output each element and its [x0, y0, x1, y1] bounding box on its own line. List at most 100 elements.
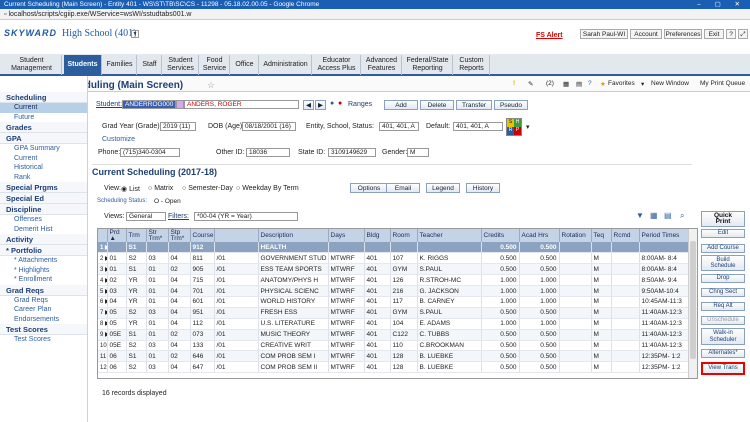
help-circle-icon[interactable]: ?	[588, 80, 592, 87]
print-queue-button[interactable]: My Print Queue	[700, 80, 745, 87]
exit-button[interactable]: Exit	[704, 29, 724, 39]
sidebar-item-future[interactable]: Future	[0, 113, 87, 123]
view-trans-button[interactable]: View Trans	[701, 362, 745, 375]
walk-in-scheduler-button[interactable]: Walk-in Scheduler	[701, 328, 745, 345]
next-student-icon[interactable]: ▶	[315, 100, 326, 110]
view-semester-day-radio[interactable]: ○ Semester-Day	[182, 185, 233, 192]
dropdown-arrow-icon[interactable]: ▾	[641, 80, 644, 88]
table-row[interactable]: 1111 ▶06S10102646/01COM PROB SEM IMTWRF4…	[98, 350, 689, 363]
table-row[interactable]: 88 ▶05YR0104112/01U.S. LITERATUREMTWRF40…	[98, 318, 689, 330]
unschedule-button[interactable]: Unschedule	[701, 316, 745, 325]
nav-educator-access-plus[interactable]: Educator Access Plus	[313, 55, 361, 75]
preferences-button[interactable]: Preferences	[664, 29, 702, 39]
legend-button[interactable]: Legend	[426, 183, 460, 193]
sidebar-section-grades[interactable]: Grades	[0, 122, 87, 133]
column-header-credits[interactable]: Credits	[481, 229, 520, 242]
change-section-button[interactable]: Chng Sect	[701, 288, 745, 297]
column-header-room[interactable]: Room	[390, 229, 418, 242]
table-row[interactable]: 33 ▶01S10102905/01ESS TEAM SPORTSMTWRF40…	[98, 263, 689, 276]
transfer-button[interactable]: Transfer	[456, 100, 492, 110]
column-header-days[interactable]: Days	[328, 229, 365, 242]
bookmark-icon[interactable]: ✎	[528, 80, 533, 88]
request-alternate-button[interactable]: Req Alt	[701, 302, 745, 311]
sidebar-item-gpa-current[interactable]: Current	[0, 154, 87, 164]
history-button[interactable]: History	[466, 183, 500, 193]
build-schedule-button[interactable]: Build Schedule	[701, 255, 745, 271]
search-icon[interactable]: ⌕	[680, 211, 684, 221]
views-select[interactable]: General	[126, 212, 166, 221]
sidebar-section-activity[interactable]: Activity	[0, 234, 87, 245]
sidebar-section-grad-reqs[interactable]: Grad Reqs	[0, 284, 87, 296]
column-header-course[interactable]: Course	[190, 229, 215, 242]
sidebar-section-test-scores[interactable]: Test Scores	[0, 324, 87, 335]
customize-link[interactable]: Customize	[102, 136, 135, 143]
new-window-button[interactable]: New Window	[651, 80, 689, 87]
column-header-teq[interactable]: Teq	[591, 229, 612, 242]
column-header-description[interactable]: Description	[258, 229, 329, 242]
column-header-teacher[interactable]: Teacher	[417, 229, 482, 242]
row-expand-icon[interactable]: 4 ▶	[98, 274, 108, 287]
nav-students[interactable]: Students	[64, 55, 102, 75]
sidebar-item-grad-reqs[interactable]: Grad Reqs	[0, 296, 87, 306]
view-list-radio[interactable]: ◉ List	[121, 185, 140, 193]
sidebar-item-career-plan[interactable]: Career Plan	[0, 305, 87, 315]
sidebar-item-historical[interactable]: Historical	[0, 163, 87, 173]
sidebar-item-offenses[interactable]: Offenses	[0, 215, 87, 225]
grid-scrollbar[interactable]	[688, 229, 697, 378]
nav-custom-reports[interactable]: Custom Reports	[454, 55, 490, 75]
add-button[interactable]: Add	[384, 100, 418, 110]
view-matrix-radio[interactable]: ○ Matrix	[148, 185, 173, 192]
sidebar-item-highlights[interactable]: * Highlights	[0, 266, 87, 276]
table-row[interactable]: 22 ▶01S20304811/01GOVERNMENT STUDMTWRF40…	[98, 252, 689, 265]
table-row[interactable]: 55 ▶03YR0104701/01PHYSICAL SCIENCMTWRF40…	[98, 285, 689, 297]
row-expand-icon[interactable]: 12 ▶	[98, 361, 108, 374]
table-row[interactable]: 66 ▶04YR0104601/01WORLD HISTORYMTWRF4011…	[98, 296, 689, 308]
pseudo-button[interactable]: Pseudo	[494, 100, 528, 110]
nav-advanced-features[interactable]: Advanced Features	[362, 55, 402, 75]
drop-button[interactable]: Drop	[701, 274, 745, 283]
nav-student-services[interactable]: Student Services	[163, 55, 199, 75]
default-dropdown-icon[interactable]: ▾	[526, 123, 530, 131]
column-header-period-times[interactable]: Period Times	[639, 229, 689, 242]
column-header-section[interactable]	[214, 229, 259, 242]
sidebar-item-attachments[interactable]: * Attachments	[0, 256, 87, 266]
column-header-trm[interactable]: Trm	[126, 229, 147, 242]
column-header-acad-hrs[interactable]: Acad Hrs	[519, 229, 560, 242]
column-header-rotation[interactable]: Rotation	[559, 229, 592, 242]
row-expand-icon[interactable]: 10 ▶	[98, 340, 108, 352]
table-row[interactable]: 11 ▶S1912HEALTH0.5000.500	[98, 242, 689, 254]
address-bar[interactable]: ▫ localhost/scripts/cgiip.exe/WService=w…	[0, 9, 750, 20]
row-expand-icon[interactable]: 1 ▶	[98, 242, 108, 254]
column-header-bldg[interactable]: Bldg	[364, 229, 391, 242]
row-expand-icon[interactable]: 7 ▶	[98, 307, 108, 319]
row-expand-icon[interactable]: 2 ▶	[98, 252, 108, 265]
nav-food-service[interactable]: Food Service	[200, 55, 230, 75]
favorites-menu[interactable]: Favorites	[608, 80, 635, 87]
account-button[interactable]: Account	[630, 29, 662, 39]
row-expand-icon[interactable]: 6 ▶	[98, 296, 108, 308]
nav-staff[interactable]: Staff	[138, 55, 162, 75]
email-button[interactable]: Email	[386, 183, 420, 193]
filters-select[interactable]: *00-04 (YR = Year)	[194, 212, 298, 221]
sidebar-item-current[interactable]: Current	[0, 103, 87, 113]
column-header-str-trm[interactable]: Str Trm*	[146, 229, 169, 242]
student-id-field[interactable]: ANDERROG000	[122, 100, 176, 109]
nav-office[interactable]: Office	[231, 55, 259, 75]
sidebar-item-test-scores[interactable]: Test Scores	[0, 335, 87, 345]
sidebar-section-special-prgms[interactable]: Special Prgms	[0, 182, 87, 193]
help-icon[interactable]: ?	[726, 29, 736, 39]
sidebar-section-discipline[interactable]: Discipline	[0, 204, 87, 215]
filter-icon[interactable]: ▼	[636, 211, 644, 220]
sidebar-item-rank[interactable]: Rank	[0, 173, 87, 183]
sidebar-item-demerit-hist[interactable]: Demerit Hist	[0, 225, 87, 235]
alternates-button[interactable]: Alternates*	[701, 349, 745, 358]
delete-button[interactable]: Delete	[420, 100, 454, 110]
student-label[interactable]: Student:	[96, 101, 122, 108]
clipboard-icon[interactable]: ▤	[576, 80, 582, 88]
prev-student-icon[interactable]: ◀	[303, 100, 314, 110]
row-expand-icon[interactable]: 5 ▶	[98, 285, 108, 297]
person-icon[interactable]: ●	[338, 100, 342, 107]
grid-icon[interactable]: ▤	[664, 211, 672, 220]
table-row[interactable]: 99 ▶05ES10102073/01MUSIC THEORYMTWRF401C…	[98, 329, 689, 341]
table-row[interactable]: 77 ▶05S20304951/01FRESH ESSMTWRF401GYMS.…	[98, 307, 689, 319]
